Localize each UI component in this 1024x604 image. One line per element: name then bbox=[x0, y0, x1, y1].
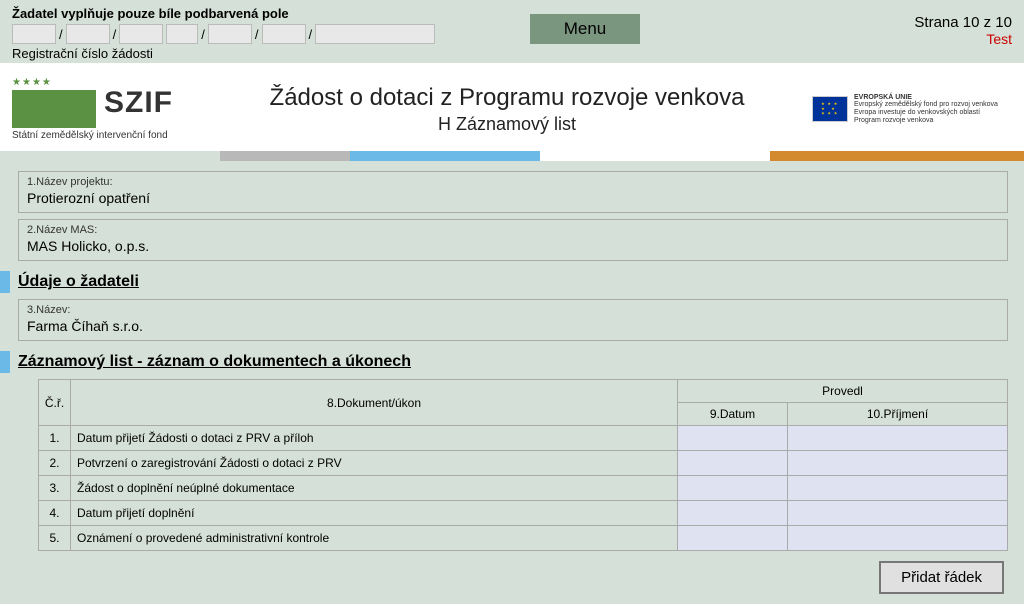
table-row: 2.Potvrzení o zaregistrování Žádosti o d… bbox=[39, 451, 1008, 476]
color-stripe bbox=[0, 151, 1024, 161]
table-row: 3.Žádost o doplnění neúplné dokumentace bbox=[39, 476, 1008, 501]
reg-seg[interactable] bbox=[166, 24, 198, 44]
eu-flag-icon: ★ ★ ★★ ★★ ★ ★ bbox=[812, 96, 848, 122]
row-number: 2. bbox=[39, 451, 71, 476]
row-surname-input[interactable] bbox=[788, 426, 1008, 451]
page-number: Strana 10 z 10 bbox=[914, 14, 1012, 31]
reg-seg[interactable] bbox=[66, 24, 110, 44]
th-doc: 8.Dokument/úkon bbox=[71, 380, 678, 426]
table-row: 1.Datum přijetí Žádosti o dotaci z PRV a… bbox=[39, 426, 1008, 451]
banner: ★★★★ SZIF Státní zemědělský intervenční … bbox=[0, 63, 1024, 151]
add-row-button[interactable]: Přidat řádek bbox=[879, 561, 1004, 594]
row-number: 5. bbox=[39, 526, 71, 551]
field-label: 3.Název: bbox=[27, 304, 999, 316]
section-title: Záznamový list - záznam o dokumentech a … bbox=[18, 353, 411, 371]
row-surname-input[interactable] bbox=[788, 501, 1008, 526]
section-title: Údaje o žadateli bbox=[18, 273, 139, 291]
th-date: 9.Datum bbox=[678, 403, 788, 426]
szif-text: SZIF bbox=[104, 86, 173, 120]
title-block: Žádost o dotaci z Programu rozvoje venko… bbox=[220, 84, 794, 135]
reg-seg[interactable] bbox=[208, 24, 252, 44]
registration-number-row: / / / / / bbox=[12, 24, 1012, 44]
szif-subtitle: Státní zemědělský intervenční fond bbox=[12, 130, 202, 141]
field-value: MAS Holicko, o.p.s. bbox=[27, 238, 999, 254]
test-label: Test bbox=[914, 31, 1012, 47]
row-surname-input[interactable] bbox=[788, 476, 1008, 501]
field-project-name: 1.Název projektu: Protierozní opatření bbox=[18, 171, 1008, 213]
row-date-input[interactable] bbox=[678, 476, 788, 501]
field-value: Farma Číhaň s.r.o. bbox=[27, 318, 999, 334]
field-value: Protierozní opatření bbox=[27, 190, 999, 206]
page-title: Žádost o dotaci z Programu rozvoje venko… bbox=[220, 84, 794, 112]
row-doc: Oznámení o provedené administrativní kon… bbox=[71, 526, 678, 551]
field-applicant-name: 3.Název: Farma Číhaň s.r.o. bbox=[18, 299, 1008, 341]
field-mas-name: 2.Název MAS: MAS Holicko, o.p.s. bbox=[18, 219, 1008, 261]
reg-label: Registrační číslo žádosti bbox=[12, 46, 1012, 61]
row-doc: Žádost o doplnění neúplné dokumentace bbox=[71, 476, 678, 501]
th-group: Provedl bbox=[678, 380, 1008, 403]
page-indicator: Strana 10 z 10 Test bbox=[914, 14, 1012, 47]
row-date-input[interactable] bbox=[678, 451, 788, 476]
row-surname-input[interactable] bbox=[788, 526, 1008, 551]
menu-button[interactable]: Menu bbox=[530, 14, 640, 44]
table-row: 5.Oznámení o provedené administrativní k… bbox=[39, 526, 1008, 551]
row-doc: Datum přijetí Žádosti o dotaci z PRV a p… bbox=[71, 426, 678, 451]
row-number: 3. bbox=[39, 476, 71, 501]
form-area: 1.Název projektu: Protierozní opatření 2… bbox=[0, 161, 1024, 604]
page-subtitle: H Záznamový list bbox=[220, 114, 794, 135]
top-note: Žadatel vyplňuje pouze bíle podbarvená p… bbox=[12, 6, 1012, 21]
row-date-input[interactable] bbox=[678, 426, 788, 451]
row-doc: Datum přijetí doplnění bbox=[71, 501, 678, 526]
reg-seg[interactable] bbox=[12, 24, 56, 44]
row-number: 4. bbox=[39, 501, 71, 526]
topbar: Žadatel vyplňuje pouze bíle podbarvená p… bbox=[0, 0, 1024, 63]
row-surname-input[interactable] bbox=[788, 451, 1008, 476]
szif-logo: ★★★★ SZIF Státní zemědělský intervenční … bbox=[12, 77, 202, 141]
row-date-input[interactable] bbox=[678, 526, 788, 551]
eu-block: ★ ★ ★★ ★★ ★ ★ EVROPSKÁ UNIE Evropský zem… bbox=[812, 94, 1012, 125]
reg-seg[interactable] bbox=[315, 24, 435, 44]
log-table-wrap: Č.ř. 8.Dokument/úkon Provedl 9.Datum 10.… bbox=[38, 379, 1008, 594]
eu-text: EVROPSKÁ UNIE Evropský zemědělský fond p… bbox=[854, 94, 998, 125]
row-doc: Potvrzení o zaregistrování Žádosti o dot… bbox=[71, 451, 678, 476]
reg-seg[interactable] bbox=[119, 24, 163, 44]
reg-seg[interactable] bbox=[262, 24, 306, 44]
log-table: Č.ř. 8.Dokument/úkon Provedl 9.Datum 10.… bbox=[38, 379, 1008, 551]
section-log: Záznamový list - záznam o dokumentech a … bbox=[0, 351, 1008, 373]
table-row: 4.Datum přijetí doplnění bbox=[39, 501, 1008, 526]
row-date-input[interactable] bbox=[678, 501, 788, 526]
th-cr: Č.ř. bbox=[39, 380, 71, 426]
row-number: 1. bbox=[39, 426, 71, 451]
section-applicant: Údaje o žadateli bbox=[0, 271, 1008, 293]
field-label: 2.Název MAS: bbox=[27, 224, 999, 236]
th-surname: 10.Příjmení bbox=[788, 403, 1008, 426]
field-label: 1.Název projektu: bbox=[27, 176, 999, 188]
